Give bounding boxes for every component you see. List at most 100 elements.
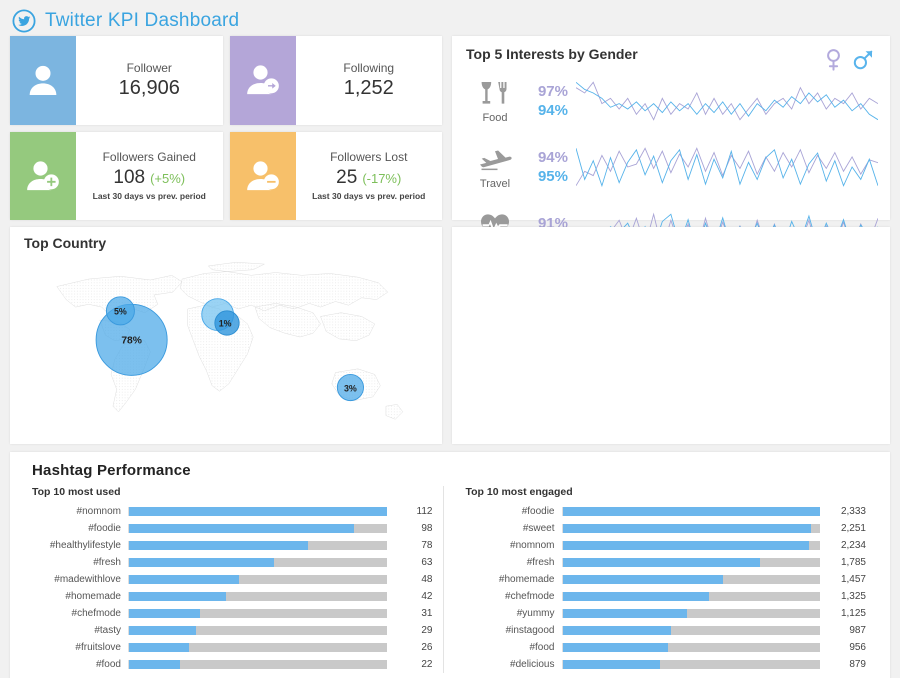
kpi-label: Follower bbox=[126, 60, 172, 75]
bar-track bbox=[561, 558, 820, 567]
bar-category-label: #homemade bbox=[65, 591, 121, 602]
bar-track bbox=[561, 643, 820, 652]
bar-category-label: #instagood bbox=[505, 625, 555, 636]
bar-row[interactable]: #yummy 1,125 bbox=[466, 605, 866, 622]
dashboard-header: Twitter KPI Dashboard bbox=[0, 0, 900, 36]
bar-fill bbox=[562, 558, 760, 567]
top-zone: Follower 16,906 Following 1,252 Follower… bbox=[0, 36, 900, 388]
bar-value-label: 22 bbox=[421, 659, 433, 670]
kpi-value-row: 25 (-17%) bbox=[336, 165, 401, 190]
sparkline-series bbox=[576, 82, 878, 119]
bar-fill bbox=[129, 558, 274, 567]
bar-fill bbox=[129, 643, 189, 652]
bar-row[interactable]: #food 22 bbox=[32, 656, 433, 673]
kpi-icon-tile-follower bbox=[10, 36, 76, 125]
bar-row[interactable]: #fruitslove 26 bbox=[32, 639, 432, 656]
kpi-subtext: Last 30 days vs prev. period bbox=[92, 191, 206, 202]
food-icon bbox=[480, 79, 510, 109]
bar-row[interactable]: #chefmode 1,325 bbox=[466, 588, 866, 605]
bar-track bbox=[561, 592, 820, 601]
bar-track bbox=[128, 609, 387, 618]
bar-track bbox=[561, 609, 820, 618]
kpi-icon-tile-gained bbox=[10, 131, 76, 220]
kpi-value: 16,906 bbox=[118, 76, 180, 99]
hashtag-subtitle-right: Top 10 most engaged bbox=[465, 486, 573, 498]
interest-icon-wrap: Food bbox=[466, 79, 524, 124]
bar-row[interactable]: #nomnom 112 bbox=[32, 503, 433, 520]
kpi-card-followers-lost[interactable]: Followers Lost 25 (-17%) Last 30 days vs… bbox=[229, 131, 442, 220]
bar-category-label: #food bbox=[95, 659, 121, 670]
kpi-body-gained: Followers Gained 108 (+5%) Last 30 days … bbox=[76, 132, 223, 221]
bar-row[interactable]: #sweet 2,251 bbox=[466, 520, 866, 537]
bar-track bbox=[561, 575, 820, 584]
hashtag-title: Hashtag Performance bbox=[32, 462, 191, 479]
dashboard-root: Twitter KPI Dashboard Follower 16,906 Fo… bbox=[0, 0, 900, 678]
bar-row[interactable]: #madewithlove 48 bbox=[32, 571, 432, 588]
bar-row[interactable]: #foodie 98 bbox=[32, 520, 432, 537]
user-minus-icon bbox=[246, 161, 279, 190]
bar-row[interactable]: #foodie 2,333 bbox=[466, 503, 866, 520]
bar-chart-most-engaged: #foodie 2,333 #sweet 2,251 #nomnom 2,234 #fres… bbox=[466, 503, 866, 673]
interests-panel: Top 5 Interests by Gender Food 97% 94% T… bbox=[452, 36, 890, 388]
sparkline-series bbox=[576, 148, 878, 185]
interests-title: Top 5 Interests by Gender bbox=[466, 46, 638, 62]
interest-row-food[interactable]: Food 97% 94% bbox=[466, 68, 878, 134]
bar-fill bbox=[129, 609, 201, 618]
bar-fill bbox=[129, 524, 355, 533]
bar-track bbox=[128, 575, 387, 584]
map-title: Top Country bbox=[24, 235, 107, 251]
hashtag-subtitle-left: Top 10 most used bbox=[32, 486, 121, 498]
bar-row[interactable]: #food 956 bbox=[466, 639, 866, 656]
world-map[interactable]: 78% 5% 1% 3% bbox=[18, 251, 436, 438]
kpi-card-following[interactable]: Following 1,252 bbox=[229, 36, 442, 125]
bar-fill bbox=[562, 524, 811, 533]
bar-fill bbox=[562, 575, 724, 584]
bar-fill bbox=[562, 541, 810, 550]
bar-track bbox=[128, 660, 387, 669]
interest-sparkline bbox=[576, 145, 878, 189]
bar-category-label: #fruitslove bbox=[75, 642, 121, 653]
interest-percentages: 97% 94% bbox=[524, 82, 576, 120]
bar-row[interactable]: #delicious 879 bbox=[466, 656, 866, 673]
user-arrow-icon bbox=[246, 65, 279, 95]
bar-value-label: 987 bbox=[849, 625, 866, 636]
bar-value-label: 879 bbox=[849, 659, 866, 670]
world-map-svg: 78% 5% 1% 3% bbox=[56, 261, 404, 420]
bar-row[interactable]: #instagood 987 bbox=[466, 622, 866, 639]
bar-track bbox=[561, 507, 820, 516]
bar-row[interactable]: #chefmode 31 bbox=[32, 605, 433, 622]
bar-value-label: 112 bbox=[416, 506, 433, 517]
hashtag-zone: Hashtag Performance Top 10 most used #no… bbox=[0, 444, 900, 678]
bar-row[interactable]: #tasty 29 bbox=[32, 622, 432, 639]
bar-row[interactable]: #fresh 63 bbox=[32, 554, 432, 571]
bar-category-label: #foodie bbox=[88, 523, 121, 534]
male-symbol-icon bbox=[853, 50, 873, 70]
bar-fill bbox=[129, 541, 309, 550]
gender-legend bbox=[825, 48, 874, 72]
bar-row[interactable]: #nomnom 2,234 bbox=[466, 537, 866, 554]
bar-row[interactable]: #fresh 1,785 bbox=[466, 554, 866, 571]
kpi-card-followers-gained[interactable]: Followers Gained 108 (+5%) Last 30 days … bbox=[10, 131, 223, 221]
interest-row-travel[interactable]: Travel 94% 95% bbox=[466, 134, 878, 200]
bar-row[interactable]: #homemade 42 bbox=[32, 588, 432, 605]
bar-category-label: #chefmode bbox=[71, 608, 121, 619]
mid-zone: Top Country 78% 5% 1% 3% bbox=[0, 220, 900, 444]
female-pct: 94% bbox=[537, 149, 568, 166]
female-symbol-icon bbox=[827, 49, 840, 71]
bar-value-label: 31 bbox=[421, 608, 433, 619]
kpi-label: Followers Gained bbox=[102, 150, 196, 165]
bar-fill bbox=[129, 626, 196, 635]
bar-fill bbox=[129, 592, 226, 601]
bar-fill bbox=[129, 660, 180, 669]
kpi-label: Followers Lost bbox=[330, 150, 408, 165]
bar-row[interactable]: #homemade 1,457 bbox=[466, 571, 866, 588]
map-bubble-label: 5% bbox=[114, 307, 127, 317]
bar-fill bbox=[562, 626, 672, 635]
kpi-value: 108 bbox=[113, 167, 146, 189]
bar-row[interactable]: #healthylifestyle 78 bbox=[32, 537, 433, 554]
kpi-delta: (-17%) bbox=[362, 171, 402, 187]
user-plus-icon bbox=[27, 161, 59, 190]
kpi-card-follower[interactable]: Follower 16,906 bbox=[10, 36, 223, 125]
kpi-subtext: Last 30 days vs prev. period bbox=[312, 191, 426, 202]
bar-category-label: #fresh bbox=[93, 557, 121, 568]
